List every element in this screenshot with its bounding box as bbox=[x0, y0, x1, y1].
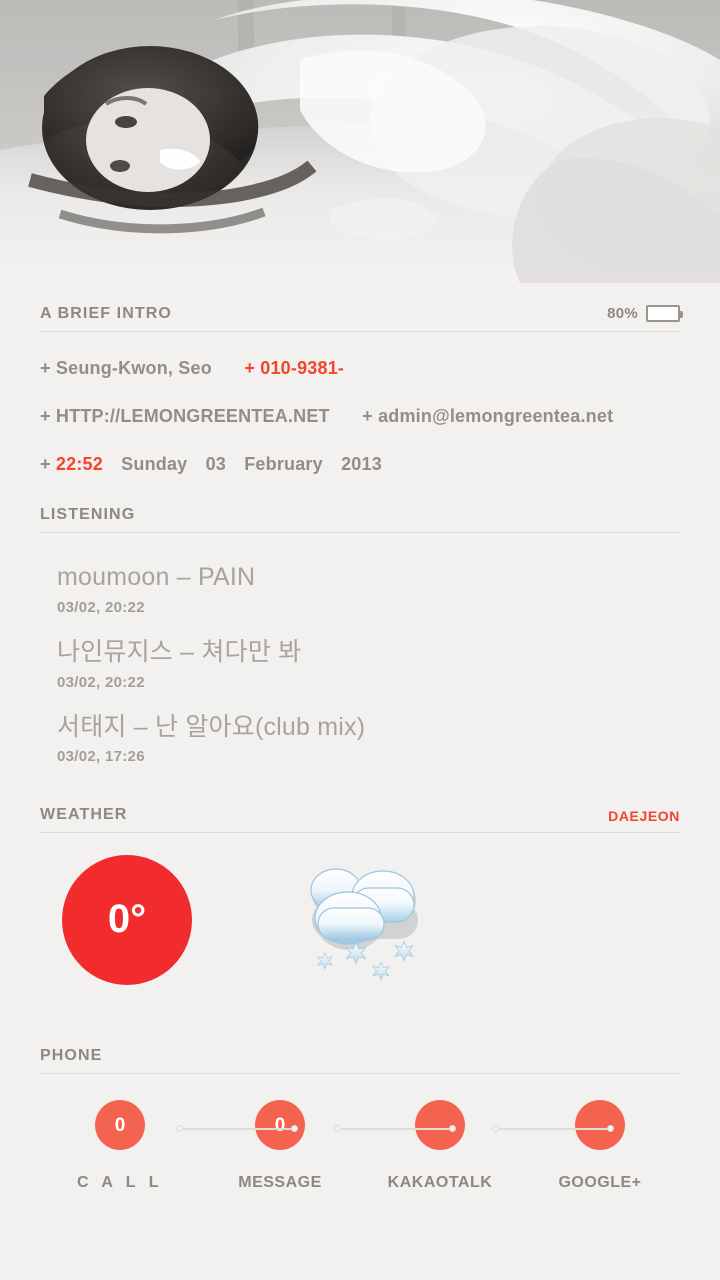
temperature-bubble: 0° bbox=[62, 855, 192, 986]
weather-body: 0° bbox=[40, 833, 680, 1028]
shortcut-label: KAKAOTALK bbox=[387, 1174, 493, 1192]
battery-percent-label: 80% bbox=[607, 305, 638, 322]
hero-photo-image bbox=[0, 0, 720, 283]
owner-website[interactable]: HTTP://LEMONGREENTEA.NET bbox=[56, 406, 330, 426]
hero-photo bbox=[0, 0, 720, 283]
kakaotalk-badge-icon[interactable] bbox=[415, 1100, 465, 1151]
time-plus-icon: + bbox=[40, 454, 51, 474]
battery-icon bbox=[646, 305, 683, 322]
weather-title: WEATHER bbox=[40, 806, 128, 824]
name-plus-icon: + bbox=[40, 358, 51, 378]
current-month: February bbox=[244, 454, 323, 474]
shortcut-label: MESSAGE bbox=[238, 1174, 322, 1192]
shortcut-row: 0 C A L L 0 MESSAGE KAKAOTALK GOOGLE+ bbox=[40, 1100, 680, 1192]
track-list: moumoon – PAIN 03/02, 20:22 나인뮤지스 – 쳐다만 봐 0… bbox=[40, 533, 680, 765]
snow-cloud-glyph bbox=[310, 868, 418, 982]
intro-title: A BRIEF INTRO bbox=[40, 305, 172, 322]
googleplus-badge-icon[interactable] bbox=[575, 1100, 625, 1151]
track-item[interactable]: moumoon – PAIN 03/02, 20:22 bbox=[57, 563, 680, 616]
phone-body: 0 C A L L 0 MESSAGE KAKAOTALK GOOGLE+ bbox=[40, 1074, 680, 1224]
shortcut-label: C A L L bbox=[76, 1174, 163, 1192]
track-timestamp: 03/02, 20:22 bbox=[57, 598, 145, 616]
intro-detail-rows: + Seung-Kwon, Seo + 010-9381- + HTTP://L… bbox=[40, 332, 680, 475]
shortcut-kakaotalk[interactable]: KAKAOTALK bbox=[378, 1100, 502, 1192]
owner-name: Seung-Kwon, Seo bbox=[55, 358, 212, 378]
intro-row-name: + Seung-Kwon, Seo + 010-9381- bbox=[40, 358, 680, 379]
phone-section-header: PHONE bbox=[40, 1047, 680, 1075]
current-time: 22:52 bbox=[55, 454, 103, 474]
email-plus-icon: + bbox=[362, 406, 373, 426]
track-item[interactable]: 서태지 – 난 알아요(club mix) 03/02, 17:26 bbox=[57, 713, 680, 766]
phone-section: PHONE 0C A L L 0 MESSAGE KAKAOTALK GOOGL… bbox=[0, 1048, 720, 1224]
track-title: 서태지 – 난 알아요(club mix) bbox=[57, 712, 366, 741]
owner-phone[interactable]: 010-9381- bbox=[260, 358, 344, 378]
shortcut-label: GOOGLE+ bbox=[558, 1174, 642, 1192]
track-timestamp: 03/02, 17:26 bbox=[57, 748, 145, 766]
shortcut-google+[interactable]: GOOGLE+ bbox=[538, 1100, 662, 1192]
current-day: 03 bbox=[205, 454, 227, 474]
intro-section: A BRIEF INTRO 80% + Seung-Kwon, Seo + 01… bbox=[0, 283, 720, 475]
listening-section: LISTENING moumoon – PAIN 03/02, 20:22 나인뮤지… bbox=[0, 507, 720, 765]
shortcut-count: 0 bbox=[274, 1114, 286, 1136]
snow-cloud-icon bbox=[288, 861, 438, 991]
weather-location[interactable]: DAEJEON bbox=[608, 809, 680, 823]
battery-indicator: 80% bbox=[607, 305, 683, 322]
intro-row-datetime: + 22:52 Sunday 03 February 2013 bbox=[40, 454, 680, 475]
call-badge-icon[interactable]: 0 bbox=[95, 1100, 145, 1151]
listening-section-header: LISTENING bbox=[40, 507, 680, 533]
temperature-value: 0° bbox=[107, 897, 147, 942]
intro-section-header: A BRIEF INTRO 80% bbox=[40, 305, 683, 332]
owner-email[interactable]: admin@lemongreentea.net bbox=[378, 406, 613, 426]
current-weekday: Sunday bbox=[121, 454, 188, 474]
weather-section-header: WEATHER DAEJEON bbox=[40, 806, 680, 834]
track-item[interactable]: 나인뮤지스 – 쳐다만 봐 03/02, 20:22 bbox=[57, 638, 680, 691]
track-title: moumoon – PAIN bbox=[57, 563, 256, 591]
listening-title: LISTENING bbox=[40, 506, 136, 523]
phone-plus-icon: + bbox=[244, 358, 256, 378]
track-timestamp: 03/02, 20:22 bbox=[57, 673, 145, 691]
shortcut-call[interactable]: 0 C A L L bbox=[58, 1100, 182, 1192]
phone-title: PHONE bbox=[40, 1047, 103, 1065]
intro-row-links: + HTTP://LEMONGREENTEA.NET + admin@lemon… bbox=[40, 406, 680, 427]
shortcut-count: 0 bbox=[114, 1114, 126, 1136]
message-badge-icon[interactable]: 0 bbox=[255, 1100, 305, 1151]
weather-section: WEATHER DAEJEON 0° bbox=[0, 807, 720, 1028]
current-year: 2013 bbox=[341, 454, 382, 474]
url-plus-icon: + bbox=[40, 406, 51, 426]
track-title: 나인뮤지스 – 쳐다만 봐 bbox=[57, 637, 302, 666]
home-screen: A BRIEF INTRO 80% + Seung-Kwon, Seo + 01… bbox=[0, 0, 720, 1280]
shortcut-message[interactable]: 0 MESSAGE bbox=[218, 1100, 342, 1192]
